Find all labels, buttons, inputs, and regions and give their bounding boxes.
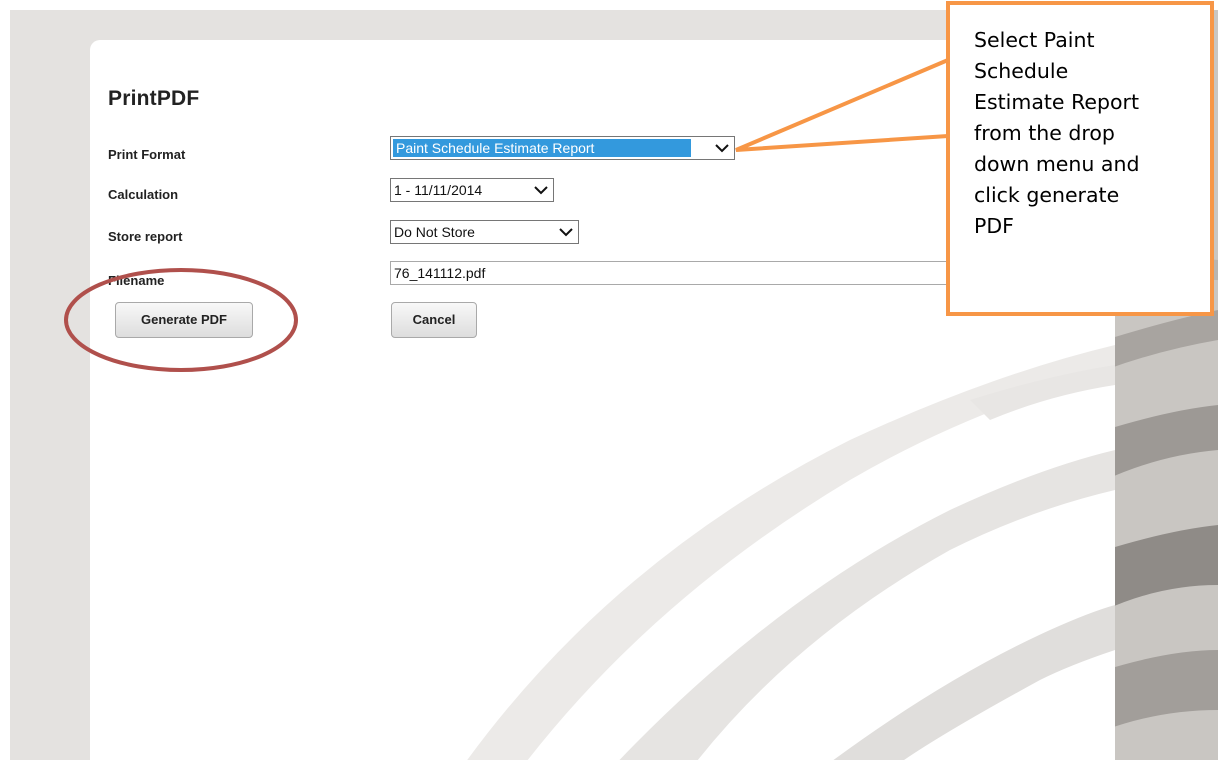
highlight-circle [64, 268, 298, 372]
screenshot-stage: PrintPDF Print Format Paint Schedule Est… [0, 0, 1218, 760]
instruction-callout: Select Paint Schedule Estimate Report fr… [946, 1, 1214, 316]
